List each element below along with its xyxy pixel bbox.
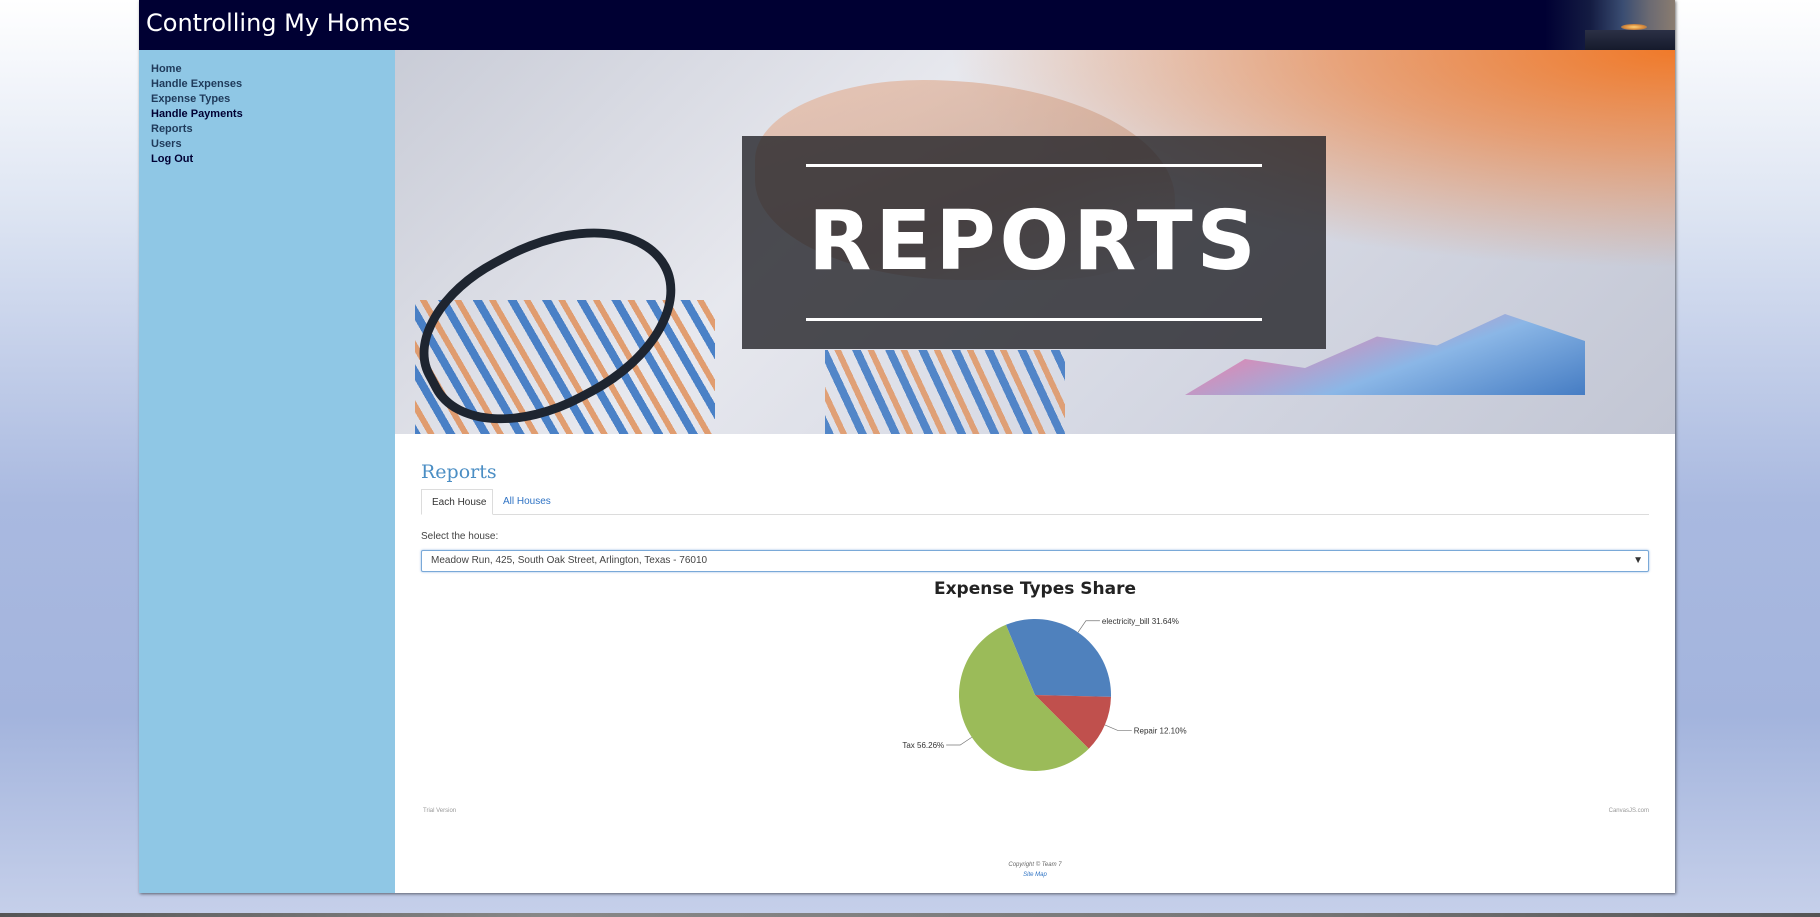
pie-leader-line (1077, 620, 1100, 633)
banner-title: REPORTS (808, 194, 1260, 289)
expense-pie-chart: Expense Types Share electricity_bill 31.… (902, 579, 1187, 771)
sidebar: Home Handle Expenses Expense Types Handl… (139, 50, 395, 893)
tab-all-houses[interactable]: All Houses (493, 489, 561, 514)
report-tabs: Each House All Houses (421, 489, 1649, 515)
sidebar-item-handle-expenses[interactable]: Handle Expenses (151, 77, 243, 92)
sidebar-item-expense-types[interactable]: Expense Types (151, 92, 243, 107)
tab-each-house[interactable]: Each House (421, 489, 493, 515)
sidebar-nav: Home Handle Expenses Expense Types Handl… (151, 62, 243, 167)
sidebar-item-home[interactable]: Home (151, 62, 243, 77)
banner-title-box: REPORTS (742, 136, 1326, 349)
canvasjs-watermark[interactable]: CanvasJS.com (1609, 808, 1649, 814)
site-title: Controlling My Homes (146, 9, 411, 37)
banner-rule-bottom (806, 318, 1262, 321)
pie-label: Tax 56.26% (902, 741, 944, 750)
expense-types-chart: Expense Types Share electricity_bill 31.… (421, 574, 1649, 814)
chart-title: Expense Types Share (934, 579, 1136, 599)
site-map-link[interactable]: Site Map (395, 870, 1675, 880)
sidebar-item-reports[interactable]: Reports (151, 122, 243, 137)
house-select[interactable]: Meadow Run, 425, South Oak Street, Arlin… (421, 550, 1649, 572)
taskbar-edge (0, 913, 1820, 917)
sidebar-item-users[interactable]: Users (151, 137, 243, 152)
pie-slices (958, 619, 1111, 771)
trial-version-watermark: Trial Version (423, 808, 457, 814)
caret-down-icon: ▼ (1633, 555, 1643, 566)
pie-label: electricity_bill 31.64% (1102, 617, 1179, 626)
house-select-value: Meadow Run, 425, South Oak Street, Arlin… (431, 555, 708, 566)
site-header: Controlling My Homes (139, 0, 1675, 50)
pie-leader-line (946, 736, 973, 746)
page-title: Reports (421, 461, 497, 483)
header-sunset-image (1545, 0, 1675, 50)
pie-leader-line (1104, 724, 1132, 731)
sidebar-item-handle-payments[interactable]: Handle Payments (151, 107, 243, 122)
house-select-label: Select the house: (421, 531, 499, 542)
banner-bar-chart-decoration-2 (825, 350, 1065, 434)
banner-rule-top (806, 164, 1262, 167)
pie-label: Repair 12.10% (1134, 726, 1187, 735)
sidebar-item-log-out[interactable]: Log Out (151, 152, 243, 167)
copyright-text: Copyright © Team 7 (1008, 862, 1062, 868)
reports-banner: REPORTS (395, 50, 1675, 434)
page-container: Controlling My Homes Home Handle Expense… (139, 0, 1675, 893)
page-footer: Copyright © Team 7 Site Map (395, 860, 1675, 880)
